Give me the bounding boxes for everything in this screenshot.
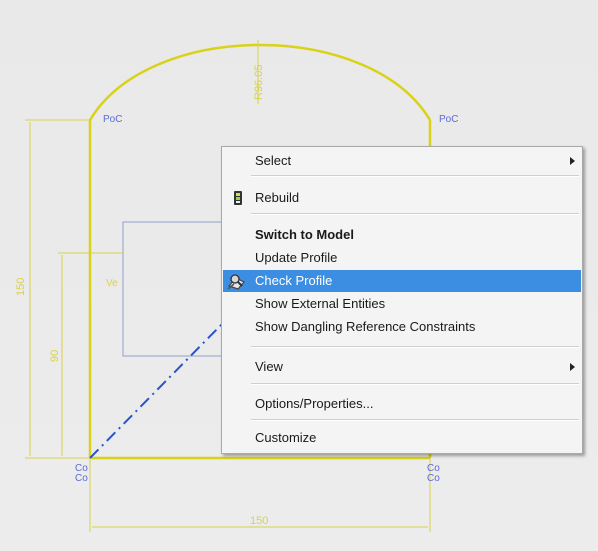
menu-item-show-external-entities[interactable]: Show External Entities: [223, 293, 581, 315]
check-profile-icon: [226, 272, 245, 290]
menu-item-check-profile[interactable]: Check Profile: [223, 270, 581, 292]
context-menu: Select Rebuild Switch to Model Update Pr…: [221, 146, 583, 454]
construction-rectangle[interactable]: [122, 221, 224, 357]
width-dimension[interactable]: 150: [250, 515, 268, 527]
menu-separator: [251, 213, 579, 215]
menu-item-label: Check Profile: [255, 273, 333, 288]
menu-item-label: View: [255, 359, 283, 374]
menu-item-label: Show Dangling Reference Constraints: [255, 319, 476, 334]
height-inner-dimension[interactable]: 90: [49, 350, 61, 362]
menu-separator: [251, 346, 579, 348]
menu-item-switch-to-model[interactable]: Switch to Model: [223, 224, 581, 246]
poc-label-left: PoC: [103, 114, 122, 125]
rebuild-icon: [230, 189, 248, 207]
poc-label-right: PoC: [439, 114, 458, 125]
construction-centerline[interactable]: [89, 319, 227, 459]
menu-item-label: Customize: [255, 430, 317, 445]
menu-separator: [251, 175, 579, 177]
menu-item-customize[interactable]: Customize: [223, 427, 581, 449]
menu-item-label: Rebuild: [255, 190, 300, 205]
submenu-arrow-icon: [570, 363, 575, 371]
menu-item-label: Switch to Model: [255, 227, 354, 242]
menu-item-select[interactable]: Select: [223, 150, 581, 172]
menu-item-rebuild[interactable]: Rebuild: [223, 187, 581, 209]
height-outer-dimension[interactable]: 150: [15, 278, 27, 296]
radius-dimension[interactable]: R96.05: [253, 65, 265, 100]
menu-separator: [251, 419, 579, 421]
menu-item-label: Select: [255, 153, 292, 168]
submenu-arrow-icon: [570, 157, 575, 165]
ve-label: Ve: [106, 278, 118, 289]
menu-item-view[interactable]: View: [223, 356, 581, 378]
menu-item-show-dangling-reference-constraints[interactable]: Show Dangling Reference Constraints: [223, 316, 581, 338]
menu-item-label: Options/Properties...: [255, 396, 374, 411]
menu-item-label: Update Profile: [255, 250, 338, 265]
menu-item-options-properties[interactable]: Options/Properties...: [223, 393, 581, 415]
menu-separator: [251, 383, 579, 385]
menu-item-update-profile[interactable]: Update Profile: [223, 247, 581, 269]
co-label-right-2: Co: [427, 473, 440, 484]
co-label-left-2: Co: [75, 473, 88, 484]
menu-item-label: Show External Entities: [255, 296, 386, 311]
